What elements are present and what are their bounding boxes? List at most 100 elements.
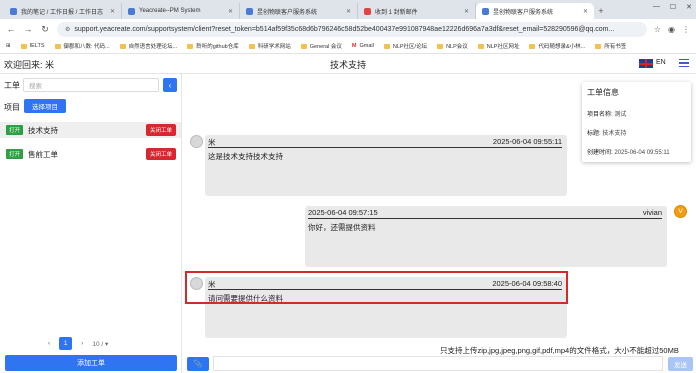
url-text: support.yeacreate.com/supportsystem/clie… [74,25,615,33]
ticket-label: 工单 [4,81,20,90]
ticket-name: 技术支持 [28,125,59,135]
message-divider [208,147,562,148]
tab-title: 昱创物联客户服务系统 [257,9,318,16]
browser-menu-icon[interactable]: ⋮ [682,25,690,34]
browser-tab[interactable]: 收到 1 封新邮件 ✕ [358,3,476,19]
pagination: ‹ 1 › 10 / ▾ [48,337,108,350]
gmail-icon: M [351,43,357,49]
profile-icon[interactable]: ◉ [668,25,675,34]
browser-tab-active[interactable]: 昱创物联客户服务系统 ✕ [476,3,594,19]
tab-favicon-icon [364,7,371,15]
bookmark-item[interactable]: General 会议 [300,42,342,50]
uk-flag-icon[interactable] [639,59,653,68]
tab-title: 收到 1 封新邮件 [375,9,418,16]
tab-close-icon[interactable]: ✕ [346,8,351,15]
window-controls: — ☐ ✕ [653,3,692,11]
message-bubble: 米 2025-06-04 09:55:11 这是技术支持技术支持 [205,135,567,196]
folder-icon [300,43,307,49]
select-project-button[interactable]: 选择项目 [24,99,66,113]
folder-icon [54,43,61,49]
url-field[interactable]: ⚙ support.yeacreate.com/supportsystem/cli… [57,21,647,37]
ticket-name: 售前工单 [28,149,59,159]
ticket-sidebar: 工单 搜索 ‹ 项目 选择项目 打开 技术支持 关闭工单 打开 售前工单 关闭工… [0,74,182,373]
minimize-icon[interactable]: — [653,3,660,11]
tab-title: 昱创物联客户服务系统 [493,9,554,16]
bookmarks-bar: ⊞ IELTS 御郡和八数: 代码... 自然语言处理论坛... 聆听的gith… [0,39,696,54]
send-button[interactable]: 发送 [668,357,693,371]
forward-icon[interactable]: → [23,24,33,34]
tab-title: 我的笔记 / 工作日报 / 工作日志 [21,9,104,16]
bookmark-item[interactable]: 自然语言处理论坛... [119,42,177,50]
site-info-icon[interactable]: ⚙ [65,26,70,33]
tab-favicon-icon [246,7,253,15]
attach-icon[interactable]: 📎 [187,357,209,371]
bookmark-item[interactable]: IELTS [20,43,45,49]
browser-tab[interactable]: Yeacreate--PM System ✕ [122,3,240,19]
highlight-box [185,271,568,304]
close-ticket-button[interactable]: 关闭工单 [145,124,176,136]
bookmark-item[interactable]: NLP会议 [437,42,468,50]
bookmark-item[interactable]: 科研学术网站 [248,42,291,50]
browser-tabbar: 我的笔记 / 工作日报 / 工作日志 ✕ Yeacreate--PM System… [0,0,696,19]
bookmark-item[interactable]: NLP社区网址 [477,42,519,50]
bookmark-item[interactable]: 聆听的github仓库 [187,42,239,50]
folder-icon [187,43,194,49]
folder-icon [119,43,126,49]
message-divider [308,218,662,219]
agent-avatar: V [674,205,687,218]
apps-icon[interactable]: ⊞ [6,43,11,49]
next-page-icon[interactable]: › [81,340,83,347]
project-name-row: 项目名称: 测试 [587,112,627,118]
reload-icon[interactable]: ↻ [40,24,50,35]
message-input[interactable] [213,356,663,371]
maximize-icon[interactable]: ☐ [670,3,676,11]
prev-page-icon[interactable]: ‹ [48,340,50,347]
message-text: 你好，还需提供资料 [308,223,376,232]
tab-close-icon[interactable]: ✕ [228,8,233,15]
tab-favicon-icon [128,7,135,15]
page-number[interactable]: 1 [59,337,73,350]
ticket-item[interactable]: 打开 技术支持 关闭工单 [0,122,181,138]
project-label: 项目 [4,103,20,112]
search-input[interactable]: 搜索 [23,78,159,92]
bookmark-item[interactable]: NLP社区/论坛 [383,42,427,50]
folder-icon [477,43,484,49]
address-bar-row: ← → ↻ ⚙ support.yeacreate.com/supportsyst… [0,19,696,39]
tab-title: Yeacreate--PM System [139,8,201,14]
new-tab-icon[interactable]: + [594,3,608,19]
collapse-button[interactable]: ‹ [163,78,177,92]
created-time-row: 创建时间: 2025-06-04 09:55:11 [587,150,670,156]
message-sender: vivian [642,208,662,217]
bookmark-star-icon[interactable]: ☆ [654,25,661,34]
tab-favicon-icon [10,7,17,15]
add-ticket-button[interactable]: 添加工单 [5,355,177,371]
folder-icon [20,43,27,49]
folder-icon [595,43,602,49]
bookmark-item[interactable]: M Gmail [352,43,374,49]
browser-tab[interactable]: 我的笔记 / 工作日报 / 工作日志 ✕ [4,3,122,19]
back-icon[interactable]: ← [6,24,16,34]
upload-hint: 只支持上传zip,jpg,jpeg,png,gif,pdf,mp4的文件格式，大… [440,346,679,355]
hamburger-menu-icon[interactable] [679,59,689,67]
bookmark-item[interactable]: 所有书签 [595,42,626,50]
tab-close-icon[interactable]: ✕ [110,8,115,15]
folder-icon [437,43,444,49]
page-title: 技术支持 [329,60,366,70]
tab-close-icon[interactable]: ✕ [464,8,469,15]
tab-favicon-icon [482,7,489,15]
app-header: 欢迎回来: 米 技术支持 EN [0,54,696,74]
bookmark-item[interactable]: 代码随想录&小林... [529,42,585,50]
message-bubble: 2025-06-04 09:57:15 vivian 你好，还需提供资料 [305,206,667,267]
close-ticket-button[interactable]: 关闭工单 [145,148,176,160]
language-switch[interactable]: EN [656,59,666,66]
message-text: 这是技术支持技术支持 [208,152,283,161]
page-size-select[interactable]: 10 / ▾ [92,340,108,348]
ticket-item[interactable]: 打开 售前工单 关闭工单 [0,146,181,162]
message-time: 2025-06-04 09:55:11 [492,137,562,146]
folder-icon [529,43,536,49]
bookmark-item[interactable]: 御郡和八数: 代码... [54,42,110,50]
user-avatar [190,135,203,148]
browser-tab[interactable]: 昱创物联客户服务系统 ✕ [240,3,358,19]
tab-close-icon[interactable]: ✕ [583,8,588,15]
close-window-icon[interactable]: ✕ [686,3,692,11]
